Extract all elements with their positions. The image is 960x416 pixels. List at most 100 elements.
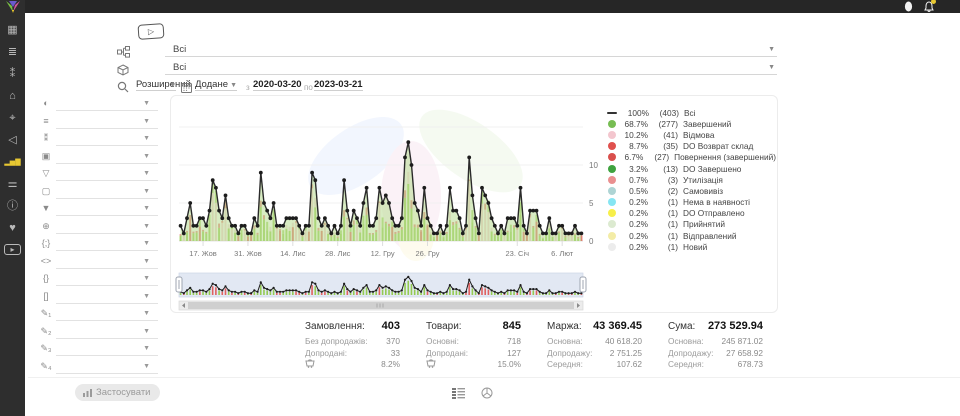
search-icon[interactable] xyxy=(117,80,130,93)
filter-row-select[interactable]: ▼ xyxy=(56,96,158,111)
filter-row-select[interactable]: ▼ xyxy=(56,219,158,234)
table-view-icon[interactable] xyxy=(452,386,465,398)
legend-label: Прийнятий xyxy=(683,219,725,229)
legend-count: (1) xyxy=(652,219,678,229)
legend-label: Нема в наявності xyxy=(683,197,750,207)
date-to-input[interactable]: 2023-03-21 xyxy=(314,79,363,91)
legend-item[interactable]: 0.2%(1)Нема в наявності xyxy=(608,197,776,208)
legend-item[interactable]: 3.2%(13)DO Завершено xyxy=(608,163,776,174)
product-filter[interactable]: Всі ▼ xyxy=(165,61,777,75)
apply-button[interactable]: Застосувати xyxy=(75,384,160,401)
stats-column: Маржа:43 369.45Основна:40 618.20Допродаж… xyxy=(547,320,642,371)
svg-text:17. Жов: 17. Жов xyxy=(189,249,217,258)
legend-item[interactable]: 6.7%(27)Повернення (завершений) xyxy=(608,152,776,163)
bar-chart-icon[interactable]: ▂▅▇ xyxy=(4,156,21,169)
filter-row: ≡▼ xyxy=(28,114,160,131)
filter-row-select[interactable]: ▼ xyxy=(56,236,158,251)
video-help-icon[interactable]: ▷ xyxy=(138,23,165,40)
filter-row-select[interactable]: ▼ xyxy=(56,341,158,356)
filter-row-select[interactable]: ▼ xyxy=(56,184,158,199)
legend-item[interactable]: 0.7%(3)Утилізація xyxy=(608,174,776,185)
filter-row-select[interactable]: ▼ xyxy=(56,254,158,269)
sliders-icon[interactable]: ⚌ xyxy=(4,178,21,191)
legend-percent: 68.7% xyxy=(620,119,648,129)
mini-bars-icon xyxy=(83,388,92,397)
filter-row-select[interactable]: ▼ xyxy=(56,149,158,164)
legend-percent: 0.2% xyxy=(620,208,648,218)
chevron-down-icon: ▼ xyxy=(143,345,150,352)
divider xyxy=(28,377,960,378)
product-filter-value: Всі xyxy=(173,62,186,73)
filter-row-icon: ▽ xyxy=(38,168,54,179)
notifications-bell-icon[interactable] xyxy=(923,1,934,12)
legend-item[interactable]: 0.2% (1) Прийнятий xyxy=(608,219,776,230)
top-bar xyxy=(0,0,960,13)
chevron-down-icon: ▼ xyxy=(143,135,150,142)
legend-item[interactable]: 0.2%(1)Новий xyxy=(608,241,776,252)
legend-count: (2) xyxy=(652,186,678,196)
filter-row-select[interactable]: ▼ xyxy=(56,324,158,339)
app-logo[interactable] xyxy=(4,0,22,19)
filter-row-icon: ✎₂ xyxy=(38,326,54,337)
video-icon[interactable]: ▸ xyxy=(4,244,21,255)
svg-text:31. Жов: 31. Жов xyxy=(234,249,262,258)
stats-title: Маржа: xyxy=(547,321,582,332)
filter-row-select[interactable]: ▼ xyxy=(56,166,158,181)
chevron-down-icon: ▼ xyxy=(143,188,150,195)
legend-percent: 0.2% xyxy=(620,219,648,229)
legend-color-swatch xyxy=(608,232,616,240)
legend-item[interactable]: 0.2%(1)DO Отправлено xyxy=(608,208,776,219)
profile-icon[interactable] xyxy=(903,1,914,12)
stats-row-label: Допродажу: xyxy=(547,348,592,360)
info-icon[interactable]: ⓘ xyxy=(4,200,21,213)
filter-row-select[interactable]: ▼ xyxy=(56,201,158,216)
store-icon[interactable]: ⌂ xyxy=(4,90,21,103)
search-mode-dropdown[interactable]: Розширений ▼ xyxy=(136,79,176,91)
chart-legend: 100%(403)Всі68.7%(277)Завершений10.2%(41… xyxy=(608,107,776,252)
filter-row-icon: ⁑ xyxy=(38,133,54,144)
users-icon[interactable]: ⁑ xyxy=(4,68,21,81)
filter-row-select[interactable]: ▼ xyxy=(56,359,158,374)
legend-color-swatch xyxy=(608,209,616,217)
filter-row-select[interactable]: ▼ xyxy=(56,114,158,129)
avatar-icon[interactable] xyxy=(943,1,954,12)
legend-item[interactable]: 0.2%(1)Відправлений xyxy=(608,230,776,241)
chevron-down-icon: ▼ xyxy=(143,223,150,230)
legend-item[interactable]: 100%(403)Всі xyxy=(608,107,776,118)
legend-label: DO Отправлено xyxy=(683,208,745,218)
heart-icon[interactable]: ♥ xyxy=(4,222,21,235)
legend-item[interactable]: 10.2%(41)Відмова xyxy=(608,129,776,140)
orders-list-icon[interactable]: ≣ xyxy=(4,46,21,59)
stats-row-label: Допродажу: xyxy=(668,348,713,360)
filter-row-select[interactable]: ▼ xyxy=(56,271,158,286)
legend-item[interactable]: 8.7%(35)DO Возврат склад xyxy=(608,141,776,152)
chevron-down-icon: ▼ xyxy=(143,118,150,125)
legend-label: DO Возврат склад xyxy=(683,141,753,151)
stats-row-label: Допродані: xyxy=(426,348,468,360)
filter-row-select[interactable]: ▼ xyxy=(56,306,158,321)
pie-view-icon[interactable] xyxy=(481,386,494,398)
stats-row-label xyxy=(426,359,436,371)
status-filter[interactable]: Всі ▼ xyxy=(165,43,777,57)
megaphone-icon[interactable]: ◁ xyxy=(4,134,21,147)
date-from-label: з xyxy=(246,83,250,92)
filter-row-icon: ⊕ xyxy=(38,221,54,232)
filter-row: ▼▼ xyxy=(28,201,160,218)
date-from-input[interactable]: 2020-03-20 xyxy=(253,79,302,91)
legend-item[interactable]: 0.5%(2)Самовивіз xyxy=(608,185,776,196)
legend-percent: 0.5% xyxy=(620,186,648,196)
filter-row-select[interactable]: ▼ xyxy=(56,289,158,304)
stats-row-label: Основна: xyxy=(668,336,704,348)
svg-text:28. Лис: 28. Лис xyxy=(325,249,351,258)
legend-line-swatch xyxy=(607,112,617,114)
cart-icon[interactable]: ⌖ xyxy=(4,112,21,125)
legend-item[interactable]: 68.7%(277)Завершений xyxy=(608,118,776,129)
chevron-down-icon: ▼ xyxy=(768,46,775,53)
hierarchy-icon xyxy=(117,45,130,58)
date-type-dropdown[interactable]: Додане ▼ xyxy=(195,79,237,91)
date-type-value: Додане xyxy=(195,79,228,90)
legend-label: Утилізація xyxy=(683,175,723,185)
dashboard-icon[interactable]: ▦ xyxy=(4,24,21,37)
filter-row-select[interactable]: ▼ xyxy=(56,131,158,146)
scrollbar-thumb xyxy=(188,302,574,309)
